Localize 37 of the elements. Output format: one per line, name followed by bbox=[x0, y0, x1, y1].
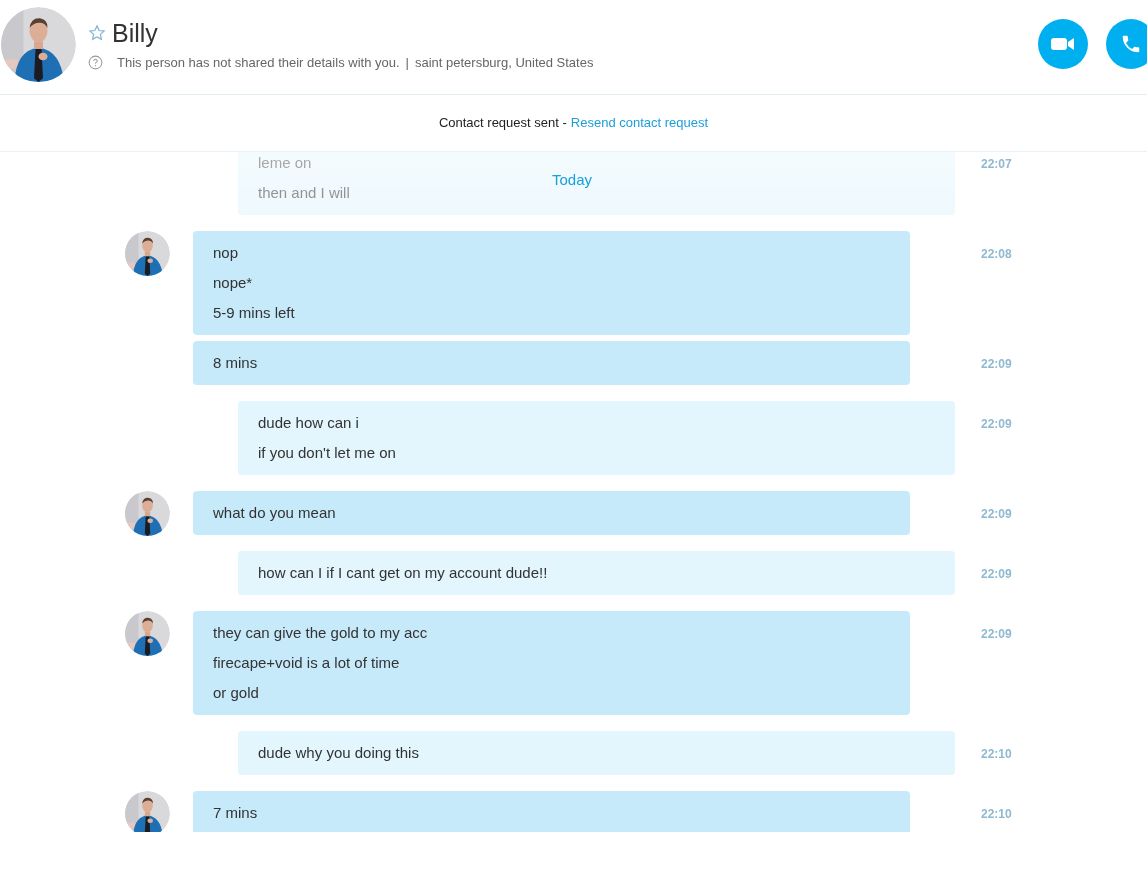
timestamp: 22:09 bbox=[981, 416, 1012, 433]
timestamp: 22:09 bbox=[981, 356, 1012, 373]
message-text: if you don't let me on bbox=[258, 443, 396, 463]
resend-link[interactable]: Resend contact request bbox=[570, 113, 709, 133]
timestamp: 22:09 bbox=[981, 626, 1012, 643]
message-text: 5-9 mins left bbox=[213, 303, 295, 323]
status-text: This person has not shared their details with you. bbox=[117, 54, 400, 72]
help-icon[interactable] bbox=[88, 55, 103, 71]
timestamp: 22:10 bbox=[981, 746, 1012, 763]
timestamp: 22:07 bbox=[981, 156, 1012, 173]
message-text: they can give the gold to my acc bbox=[213, 623, 428, 643]
timestamp: 22:09 bbox=[981, 566, 1012, 583]
timestamp: 22:08 bbox=[981, 246, 1012, 263]
message-text: firecape+void is a lot of time bbox=[213, 653, 400, 673]
video-call-button[interactable] bbox=[1038, 19, 1088, 69]
message-text: or gold bbox=[213, 683, 259, 703]
contact-request-text: Contact request sent - bbox=[438, 114, 567, 133]
message-text: nop bbox=[213, 243, 239, 263]
message-text: how can I if I cant get on my account dude!! bbox=[258, 563, 548, 583]
message-text: dude why you doing this bbox=[258, 743, 419, 763]
phone-icon bbox=[1120, 33, 1142, 55]
date-divider: Today bbox=[552, 170, 593, 190]
location-text: saint petersburg, United States bbox=[414, 54, 594, 72]
message-text: 8 mins bbox=[213, 353, 258, 373]
message-text: what do you mean bbox=[213, 503, 336, 523]
call-button[interactable] bbox=[1106, 19, 1147, 69]
video-camera-icon bbox=[1050, 35, 1076, 53]
message-text: nope* bbox=[213, 273, 253, 293]
message-text: then and I will bbox=[258, 183, 350, 203]
contact-name: Billy bbox=[112, 18, 158, 48]
message-text: 7 mins bbox=[213, 803, 258, 823]
star-icon[interactable] bbox=[88, 24, 106, 42]
message-text: dude how can i bbox=[258, 413, 359, 433]
timestamp: 22:09 bbox=[981, 506, 1012, 523]
separator: | bbox=[405, 54, 409, 72]
timestamp: 22:10 bbox=[981, 806, 1012, 823]
message-text: leme on bbox=[258, 153, 312, 173]
